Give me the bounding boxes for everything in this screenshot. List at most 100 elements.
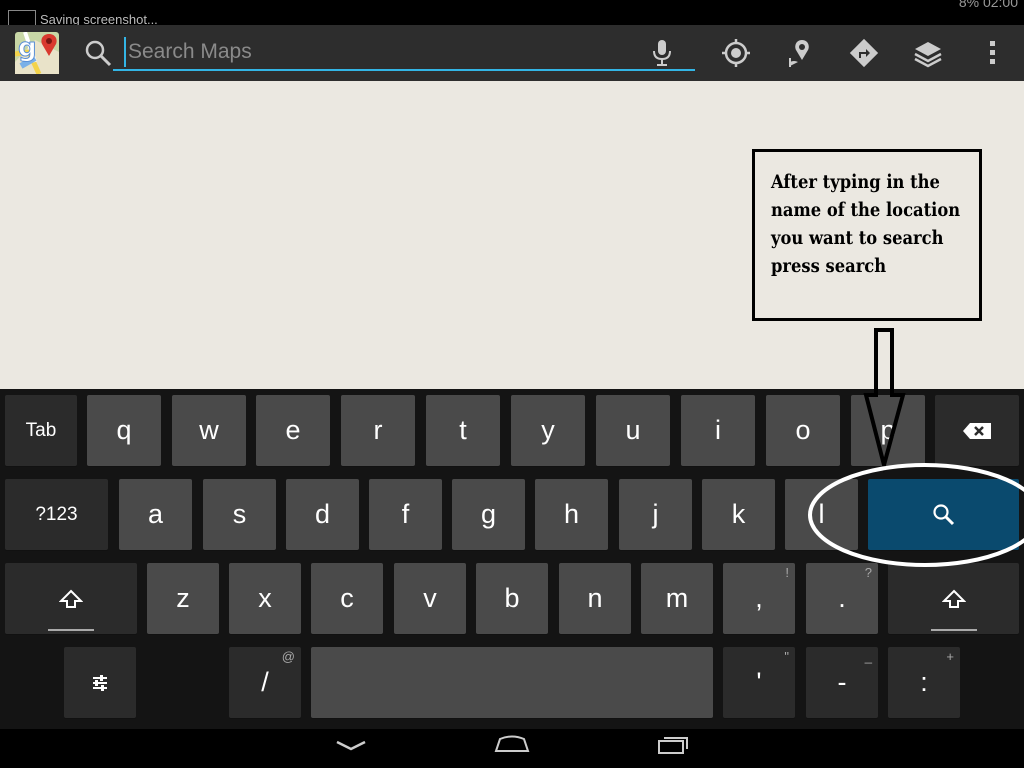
- status-bar: Saving screenshot... 8% 02:00: [0, 0, 1024, 25]
- symbols-key[interactable]: ?123: [5, 479, 108, 550]
- key-h-label: h: [563, 499, 580, 529]
- key-comma-hint: !: [785, 565, 789, 580]
- key-z[interactable]: z: [147, 563, 219, 634]
- key-w-label: w: [199, 415, 219, 445]
- shift-icon: [941, 589, 966, 608]
- key-dash[interactable]: - _: [806, 647, 878, 718]
- key-slash-hint: @: [281, 649, 295, 664]
- key-period-label: .: [838, 583, 846, 613]
- key-h[interactable]: h: [535, 479, 608, 550]
- soft-keyboard: Tab q w e r t y u i o p ?123 a s d f g h…: [0, 389, 1024, 729]
- key-m[interactable]: m: [641, 563, 713, 634]
- key-i[interactable]: i: [681, 395, 755, 466]
- key-period-hint: ?: [864, 565, 872, 580]
- key-q[interactable]: q: [87, 395, 161, 466]
- key-comma-label: ,: [755, 583, 763, 613]
- key-colon[interactable]: : +: [888, 647, 960, 718]
- key-t[interactable]: t: [426, 395, 500, 466]
- key-a-label: a: [147, 499, 164, 529]
- spacebar[interactable]: [311, 647, 713, 718]
- key-a[interactable]: a: [119, 479, 192, 550]
- key-b[interactable]: b: [476, 563, 548, 634]
- key-comma[interactable]: ,!: [723, 563, 795, 634]
- search-input[interactable]: [124, 37, 628, 67]
- key-k[interactable]: k: [702, 479, 775, 550]
- key-v[interactable]: v: [394, 563, 466, 634]
- key-r-label: r: [373, 415, 383, 445]
- maps-action-bar: g: [0, 25, 1024, 81]
- key-l-label: l: [818, 499, 825, 529]
- svg-text:g: g: [18, 33, 37, 63]
- key-o-label: o: [795, 415, 811, 445]
- recent-apps-icon[interactable]: [656, 733, 692, 755]
- key-period[interactable]: .?: [806, 563, 878, 634]
- key-r[interactable]: r: [341, 395, 415, 466]
- status-battery-clock: 8% 02:00: [958, 0, 1018, 10]
- key-y-label: y: [541, 415, 555, 445]
- key-w[interactable]: w: [172, 395, 246, 466]
- key-j-label: j: [652, 499, 659, 529]
- backspace-icon: [963, 422, 991, 439]
- tab-key-label: Tab: [25, 419, 57, 441]
- backspace-key[interactable]: [935, 395, 1019, 466]
- key-c[interactable]: c: [311, 563, 383, 634]
- shift-key-right[interactable]: [888, 563, 1019, 634]
- key-d-label: d: [314, 499, 331, 529]
- key-apostrophe-label: ': [756, 667, 762, 697]
- tab-key[interactable]: Tab: [5, 395, 77, 466]
- keyboard-settings-key[interactable]: [64, 647, 136, 718]
- key-apostrophe-hint: ": [784, 649, 789, 664]
- hide-keyboard-icon[interactable]: [334, 737, 368, 755]
- key-y[interactable]: y: [511, 395, 585, 466]
- key-k-label: k: [731, 499, 746, 529]
- key-f-label: f: [401, 499, 410, 529]
- key-s[interactable]: s: [203, 479, 276, 550]
- key-j[interactable]: j: [619, 479, 692, 550]
- directions-icon[interactable]: [846, 35, 882, 71]
- layers-icon[interactable]: [910, 35, 946, 71]
- key-dash-hint: _: [864, 649, 872, 664]
- key-n-label: n: [587, 583, 603, 613]
- home-icon[interactable]: [494, 733, 530, 755]
- microphone-icon[interactable]: [644, 35, 680, 71]
- key-e-label: e: [285, 415, 301, 445]
- shift-indicator: [48, 629, 94, 631]
- key-p[interactable]: p: [851, 395, 925, 466]
- key-o[interactable]: o: [766, 395, 840, 466]
- key-x-label: x: [258, 583, 272, 613]
- maps-logo-icon[interactable]: g: [14, 31, 60, 75]
- symbols-key-label: ?123: [35, 503, 78, 525]
- search-key[interactable]: [868, 479, 1019, 550]
- key-g-label: g: [480, 499, 497, 529]
- screenshot-notification-icon: [8, 10, 36, 25]
- key-b-label: b: [504, 583, 520, 613]
- key-q-label: q: [116, 415, 132, 445]
- key-apostrophe[interactable]: ' ": [723, 647, 795, 718]
- status-notification-text: Saving screenshot...: [40, 12, 158, 25]
- key-u-label: u: [625, 415, 641, 445]
- key-slash-label: /: [261, 667, 269, 697]
- key-l[interactable]: l: [785, 479, 858, 550]
- key-x[interactable]: x: [229, 563, 301, 634]
- my-location-icon[interactable]: [718, 35, 754, 71]
- key-u[interactable]: u: [596, 395, 670, 466]
- key-slash[interactable]: / @: [229, 647, 301, 718]
- key-c-label: c: [340, 583, 354, 613]
- key-f[interactable]: f: [369, 479, 442, 550]
- callout-text: After typing in the name of the location…: [771, 171, 961, 277]
- settings-sliders-icon: [93, 674, 107, 691]
- system-nav-bar: [0, 729, 1024, 768]
- key-s-label: s: [232, 499, 247, 529]
- search-icon: [80, 35, 116, 71]
- key-m-label: m: [665, 583, 689, 613]
- places-icon[interactable]: [782, 35, 818, 71]
- search-icon: [932, 503, 954, 525]
- key-e[interactable]: e: [256, 395, 330, 466]
- key-n[interactable]: n: [559, 563, 631, 634]
- overflow-menu-icon[interactable]: [974, 35, 1010, 71]
- shift-key-left[interactable]: [5, 563, 137, 634]
- key-dash-label: -: [837, 667, 847, 697]
- key-g[interactable]: g: [452, 479, 525, 550]
- key-d[interactable]: d: [286, 479, 359, 550]
- key-v-label: v: [423, 583, 437, 613]
